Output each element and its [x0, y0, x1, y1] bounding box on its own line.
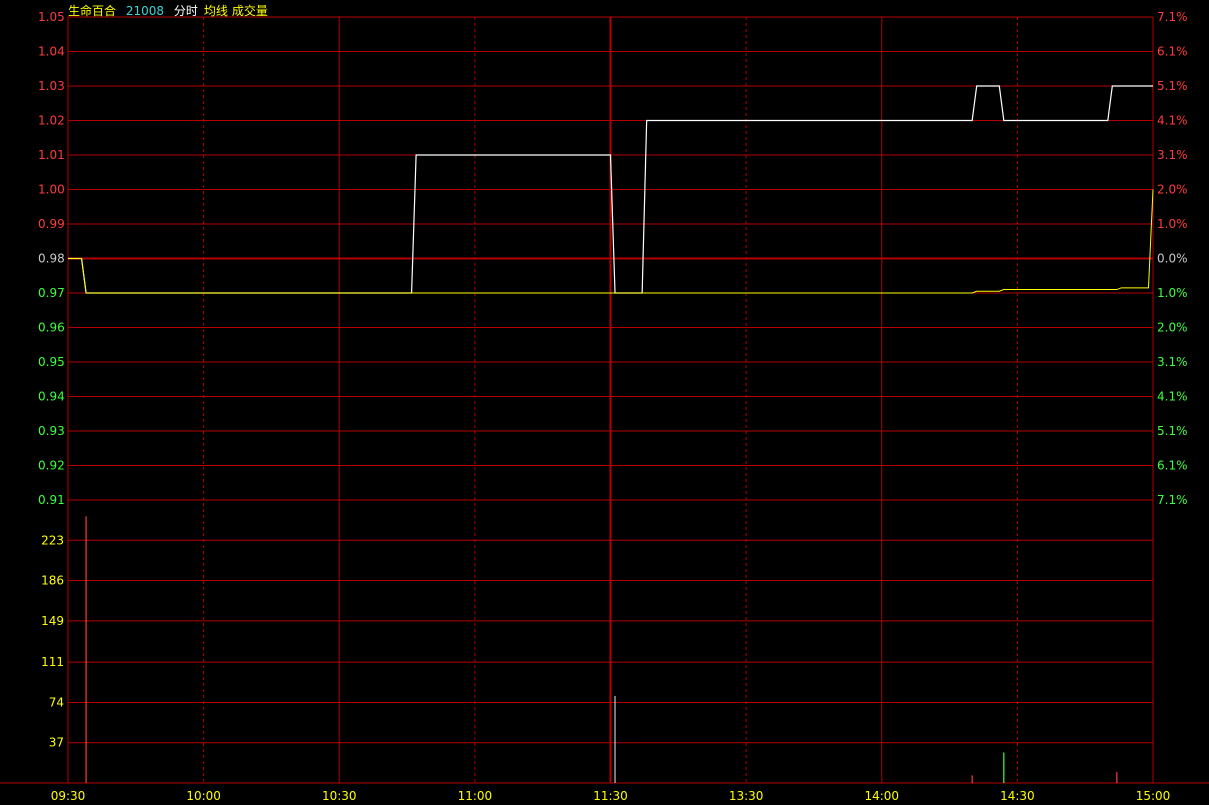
percent-tick-label: 3.1% [1157, 355, 1188, 369]
volume-tick-label: 149 [41, 614, 64, 628]
time-tick-label: 14:00 [864, 789, 899, 803]
percent-tick-label: 5.1% [1157, 424, 1188, 438]
price-tick-label: 1.01 [38, 148, 65, 162]
price-tick-label: 0.92 [38, 459, 65, 473]
time-tick-label: 10:00 [186, 789, 221, 803]
percent-tick-label: 4.1% [1157, 390, 1188, 404]
price-tick-label: 0.93 [38, 424, 65, 438]
time-tick-label: 11:30 [593, 789, 628, 803]
percent-tick-label: 1.0% [1157, 217, 1188, 231]
percent-tick-label: 4.1% [1157, 114, 1188, 128]
time-tick-label: 11:00 [458, 789, 493, 803]
time-tick-label: 15:00 [1136, 789, 1171, 803]
price-tick-label: 1.05 [38, 10, 65, 24]
volume-tick-label: 74 [49, 695, 64, 709]
percent-tick-label: 7.1% [1157, 10, 1188, 24]
price-tick-label: 0.96 [38, 321, 65, 335]
price-tick-label: 0.99 [38, 217, 65, 231]
percent-tick-label: 2.0% [1157, 321, 1188, 335]
time-tick-label: 13:30 [729, 789, 764, 803]
percent-tick-label: 5.1% [1157, 79, 1188, 93]
time-tick-label: 14:30 [1000, 789, 1035, 803]
price-tick-label: 0.91 [38, 493, 65, 507]
volume-tick-label: 223 [41, 533, 64, 547]
price-tick-label: 0.95 [38, 355, 65, 369]
percent-tick-label: 1.0% [1157, 286, 1188, 300]
price-tick-label: 1.04 [38, 45, 65, 59]
percent-tick-label: 0.0% [1157, 252, 1188, 266]
price-tick-label: 0.97 [38, 286, 65, 300]
percent-tick-label: 6.1% [1157, 45, 1188, 59]
price-tick-label: 1.00 [38, 183, 65, 197]
percent-tick-label: 6.1% [1157, 459, 1188, 473]
volume-tick-label: 111 [41, 655, 64, 669]
price-tick-label: 0.98 [38, 252, 65, 266]
price-tick-label: 1.02 [38, 114, 65, 128]
percent-tick-label: 3.1% [1157, 148, 1188, 162]
volume-tick-label: 37 [49, 736, 64, 750]
intraday-chart[interactable]: 1.05 7.1% 1.04 6.1% 1.03 5.1% 1.02 4.1% 1.01 3.1%… [0, 0, 1209, 805]
volume-tick-label: 186 [41, 574, 64, 588]
price-tick-label: 1.03 [38, 79, 65, 93]
time-tick-label: 10:30 [322, 789, 357, 803]
price-tick-label: 0.94 [38, 390, 65, 404]
percent-tick-label: 2.0% [1157, 183, 1188, 197]
time-tick-label: 09:30 [51, 789, 86, 803]
percent-tick-label: 7.1% [1157, 493, 1188, 507]
